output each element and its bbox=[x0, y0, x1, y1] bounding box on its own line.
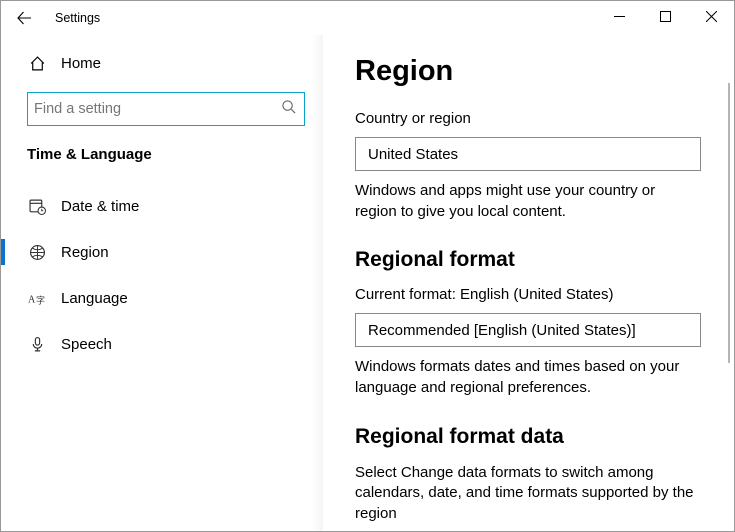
calendar-clock-icon bbox=[27, 198, 47, 215]
home-nav[interactable]: Home bbox=[1, 45, 323, 82]
country-description: Windows and apps might use your country … bbox=[355, 181, 700, 222]
globe-icon bbox=[27, 244, 47, 261]
svg-text:字: 字 bbox=[36, 294, 45, 305]
nav-item-region[interactable]: Region bbox=[1, 229, 323, 275]
search-input[interactable] bbox=[34, 101, 281, 117]
country-value: United States bbox=[368, 146, 458, 163]
minimize-button[interactable] bbox=[596, 1, 642, 31]
country-select[interactable]: United States bbox=[355, 137, 701, 171]
nav-item-language[interactable]: A字 Language bbox=[1, 275, 323, 321]
maximize-button[interactable] bbox=[642, 1, 688, 31]
home-label: Home bbox=[61, 55, 101, 72]
scrollbar[interactable] bbox=[728, 83, 730, 363]
language-icon: A字 bbox=[27, 290, 47, 307]
nav-item-speech[interactable]: Speech bbox=[1, 321, 323, 367]
minimize-icon bbox=[614, 11, 625, 22]
current-format-label: Current format: English (United States) bbox=[355, 286, 716, 303]
nav-item-label: Language bbox=[61, 290, 128, 307]
main-content: Region Country or region United States W… bbox=[323, 35, 734, 531]
window-controls bbox=[596, 1, 734, 31]
window-title: Settings bbox=[55, 11, 100, 25]
category-header: Time & Language bbox=[1, 146, 323, 183]
arrow-left-icon bbox=[16, 10, 32, 26]
search-box[interactable] bbox=[27, 92, 305, 126]
svg-text:A: A bbox=[28, 294, 36, 305]
titlebar: Settings bbox=[1, 1, 734, 35]
page-title: Region bbox=[355, 55, 716, 88]
close-button[interactable] bbox=[688, 1, 734, 31]
nav-item-label: Speech bbox=[61, 336, 112, 353]
nav-item-date-time[interactable]: Date & time bbox=[1, 183, 323, 229]
home-icon bbox=[27, 55, 47, 72]
maximize-icon bbox=[660, 11, 671, 22]
country-label: Country or region bbox=[355, 110, 716, 127]
back-button[interactable] bbox=[1, 1, 47, 35]
regional-format-heading: Regional format bbox=[355, 248, 716, 272]
format-select[interactable]: Recommended [English (United States)] bbox=[355, 313, 701, 347]
nav-item-label: Date & time bbox=[61, 198, 139, 215]
format-value: Recommended [English (United States)] bbox=[368, 322, 636, 339]
nav-item-label: Region bbox=[61, 244, 109, 261]
search-icon bbox=[281, 99, 296, 119]
format-data-description: Select Change data formats to switch amo… bbox=[355, 463, 700, 525]
microphone-icon bbox=[27, 336, 47, 353]
close-icon bbox=[706, 11, 717, 22]
format-description: Windows formats dates and times based on… bbox=[355, 357, 700, 398]
regional-format-data-heading: Regional format data bbox=[355, 425, 716, 449]
sidebar: Home Time & Language Date & time Region … bbox=[1, 35, 323, 531]
